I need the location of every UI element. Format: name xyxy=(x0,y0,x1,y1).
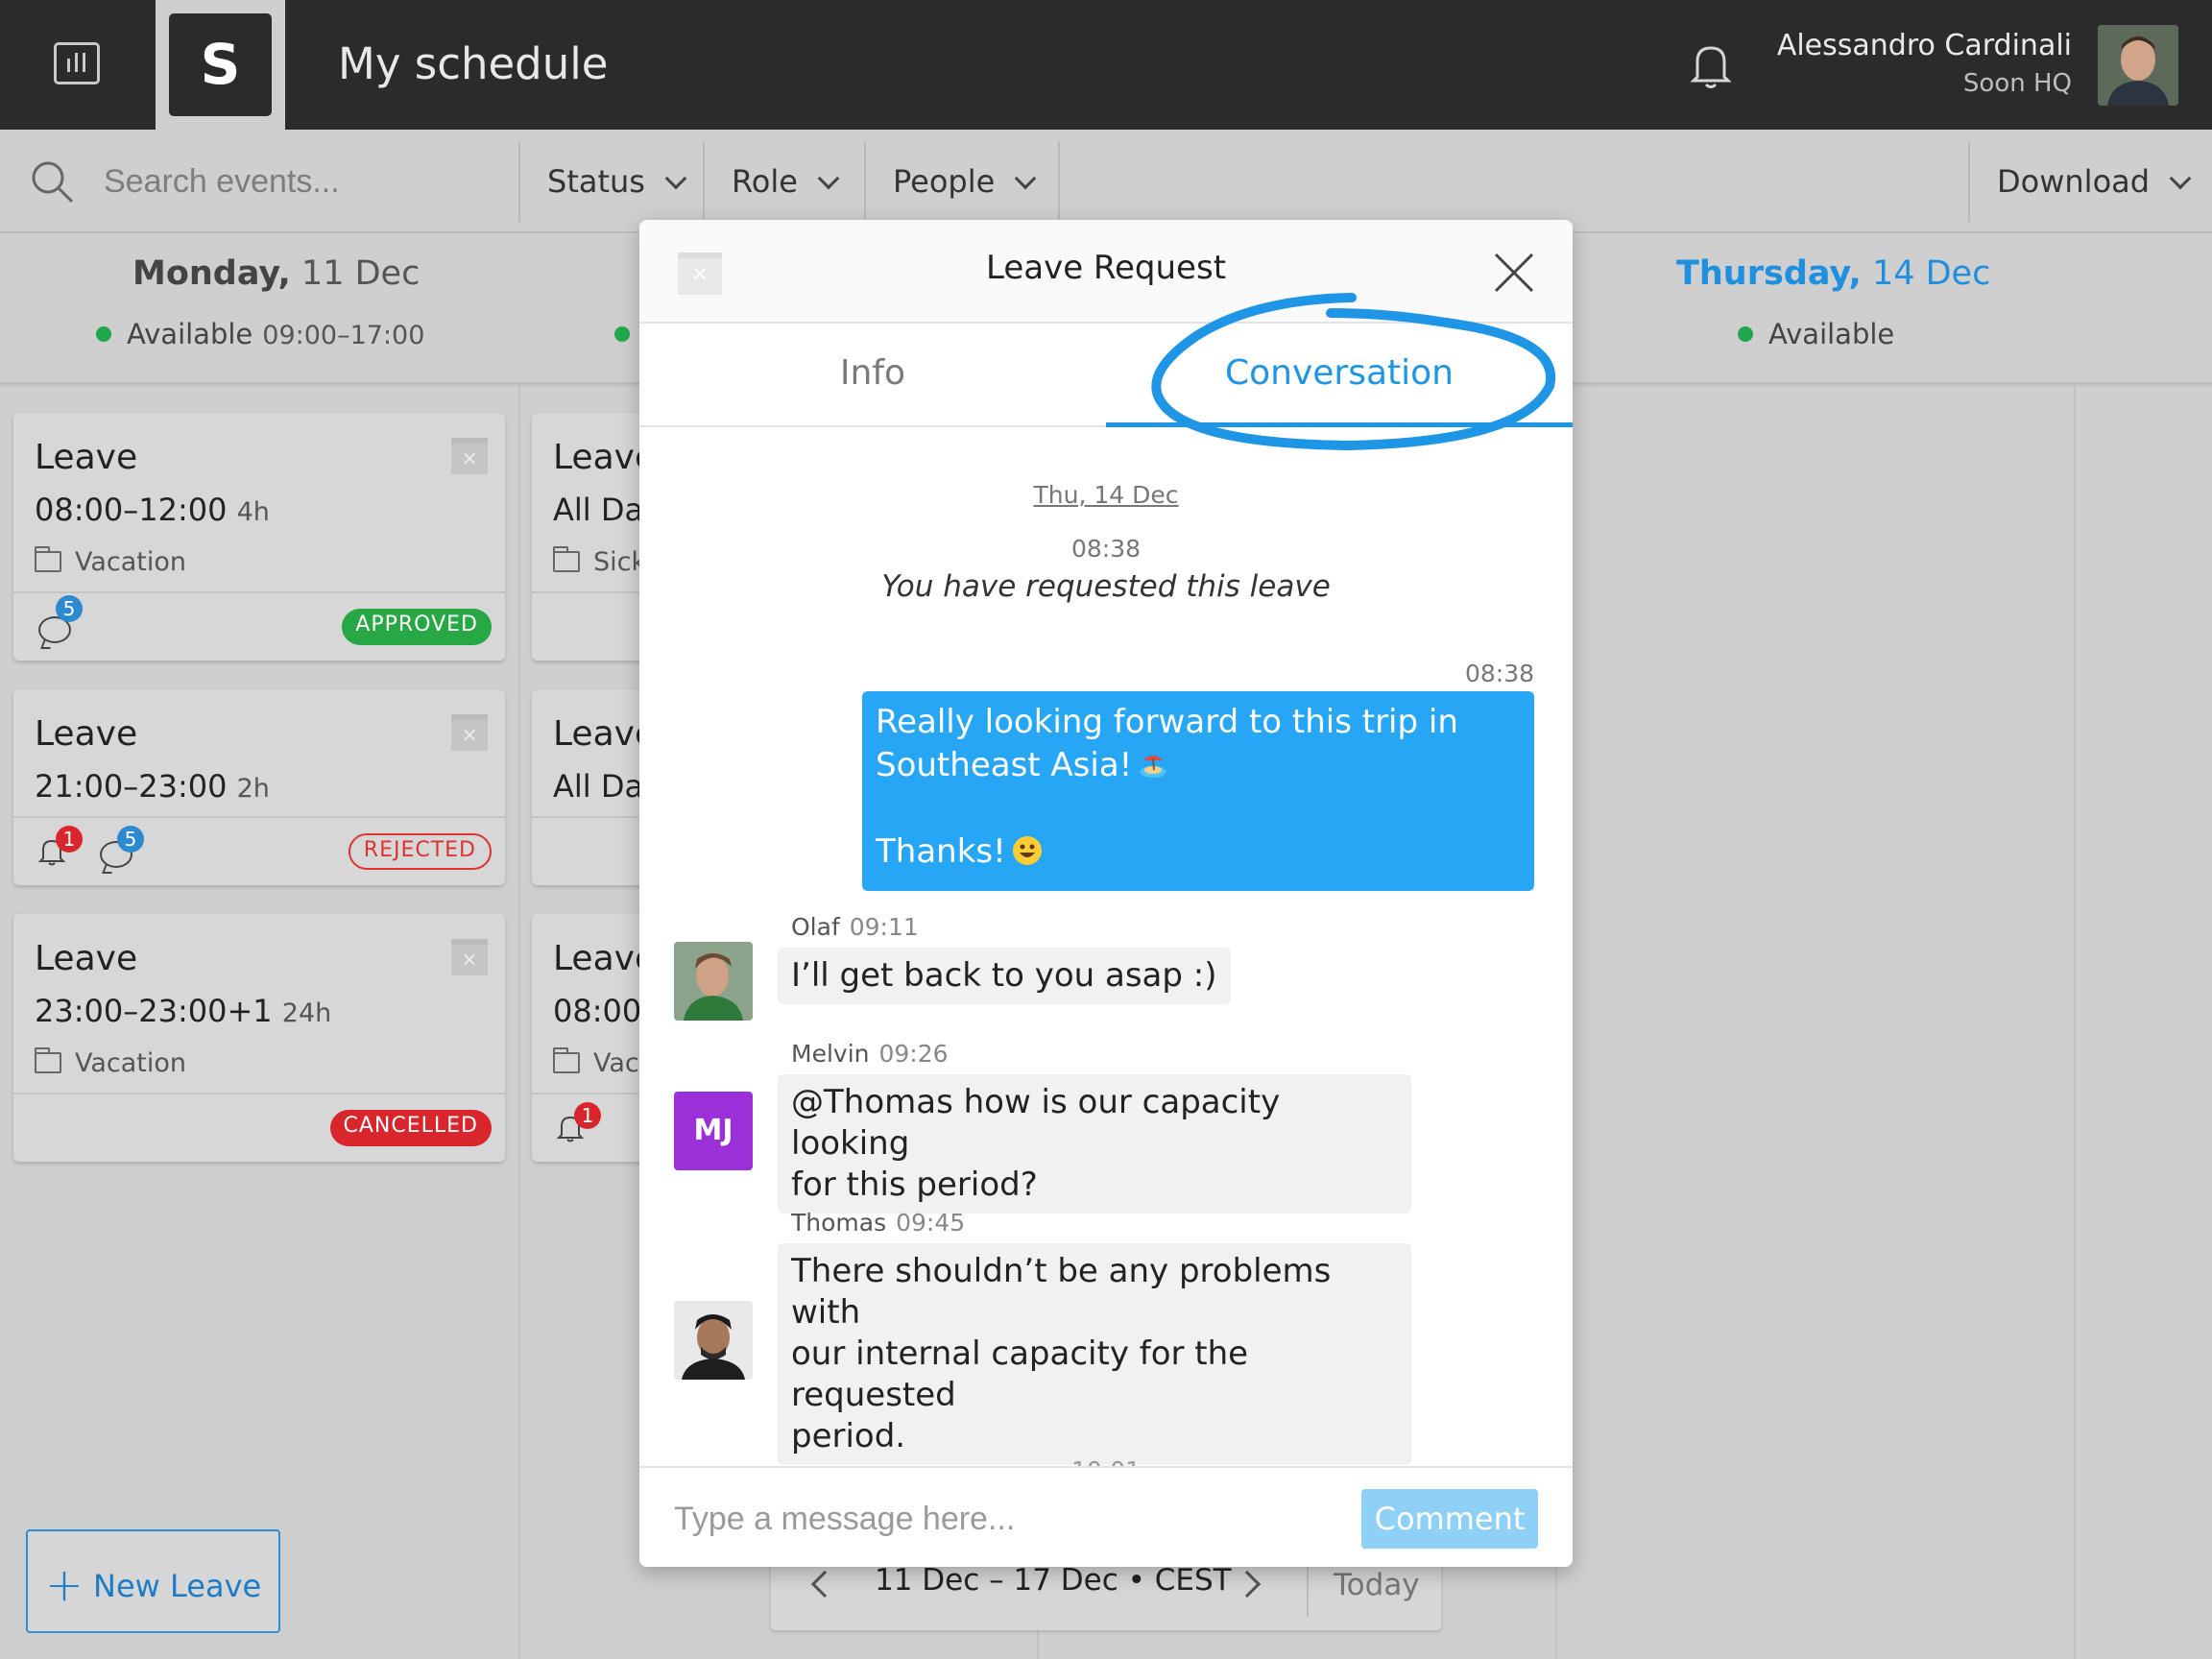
status-dot xyxy=(614,326,630,342)
bell-icon[interactable] xyxy=(1690,40,1732,90)
search-input[interactable] xyxy=(104,158,507,204)
logo-tab[interactable]: S xyxy=(156,0,285,130)
event-card[interactable]: Leave 08:00–12:00 4h Vacation × 5 APPROV… xyxy=(13,413,505,661)
status-badge: APPROVED xyxy=(342,609,492,645)
people-filter[interactable]: People xyxy=(864,141,1060,222)
tab-info[interactable]: Info xyxy=(639,324,1106,427)
own-message-time: 08:38 xyxy=(1464,660,1534,687)
chevron-down-icon xyxy=(1014,167,1037,190)
beach-emoji-icon xyxy=(1140,756,1167,778)
message-meta: Olaf 09:11 xyxy=(791,913,919,941)
avatar: MJ xyxy=(674,1092,753,1170)
chevron-right-icon[interactable] xyxy=(1233,1570,1262,1599)
card-close-icon[interactable]: × xyxy=(451,939,488,975)
leave-request-modal: × Leave Request Info Conversation Thu, 1… xyxy=(639,220,1573,1567)
column-divider xyxy=(518,384,520,1659)
smile-emoji-icon xyxy=(1012,836,1042,865)
card-title: Leave xyxy=(35,438,138,477)
status-filter[interactable]: Status xyxy=(518,141,703,222)
message-line: Really looking forward to this trip in xyxy=(876,703,1458,741)
plus-icon: + xyxy=(44,1558,84,1612)
status-dot xyxy=(96,326,111,342)
avatar[interactable] xyxy=(2098,25,2178,106)
folder-icon xyxy=(35,1047,61,1073)
message-bubble: @Thomas how is our capacity looking for t… xyxy=(778,1074,1411,1214)
own-message: Really looking forward to this trip in S… xyxy=(862,691,1534,891)
search-icon xyxy=(32,161,74,204)
avatar xyxy=(674,942,753,1021)
status-badge: REJECTED xyxy=(348,833,492,870)
event-card[interactable]: Leave 23:00–23:00+1 24h Vacation × CANCE… xyxy=(13,914,505,1162)
modal-header: × Leave Request xyxy=(639,220,1573,324)
message-line xyxy=(876,787,1521,830)
close-icon[interactable] xyxy=(1492,251,1536,295)
system-message: You have requested this leave xyxy=(881,569,1331,604)
card-title: Leave xyxy=(35,939,138,978)
day-title: Monday, 11 Dec xyxy=(132,254,421,293)
status-dot xyxy=(1738,326,1753,342)
day-title: Thursday, 14 Dec xyxy=(1676,254,1991,293)
day-status: Available 09:00–17:00 xyxy=(96,318,424,350)
chevron-down-icon xyxy=(817,167,840,190)
top-bar: S My schedule Alessandro Cardinali Soon … xyxy=(0,0,2212,130)
new-leave-button[interactable]: + New Leave xyxy=(26,1529,280,1633)
user-name[interactable]: Alessandro Cardinali xyxy=(1777,29,2072,62)
card-type: Vacation xyxy=(35,1047,186,1078)
day-header-tuesday xyxy=(518,235,643,384)
card-title: Leave xyxy=(35,714,138,754)
download-button[interactable]: Download xyxy=(1968,141,2212,222)
conversation-date: Thu, 14 Dec xyxy=(1033,481,1179,509)
card-close-icon[interactable]: × xyxy=(451,714,488,751)
message-meta: Thomas 09:45 xyxy=(791,1209,966,1237)
conversation-thread: Thu, 14 Dec 08:38 You have requested thi… xyxy=(639,429,1573,1567)
event-card[interactable]: Leave 21:00–23:00 2h × 1 5 REJECTED xyxy=(13,689,505,885)
message-meta: Melvin 09:26 xyxy=(791,1040,949,1068)
card-type: Sick xyxy=(553,546,646,577)
card-time: 23:00–23:00+1 24h xyxy=(35,993,332,1029)
alert-count-badge: 1 xyxy=(574,1102,601,1129)
card-type: Vacation xyxy=(35,546,186,577)
card-time: 08:00–12:00 4h xyxy=(35,492,270,528)
chevron-left-icon[interactable] xyxy=(810,1570,839,1599)
day-header-monday: Monday, 11 Dec Available 09:00–17:00 xyxy=(0,235,518,384)
comment-button[interactable]: Comment xyxy=(1361,1489,1538,1549)
card-time: 21:00–23:00 2h xyxy=(35,768,270,805)
card-footer: 1 5 REJECTED xyxy=(13,816,505,885)
modal-tabs: Info Conversation xyxy=(639,324,1573,427)
folder-icon xyxy=(35,546,61,572)
alert-count-badge: 1 xyxy=(56,826,83,853)
message-line: Thanks! xyxy=(876,830,1521,874)
chevron-down-icon xyxy=(664,167,687,190)
message-input[interactable] xyxy=(674,1493,1336,1545)
folder-icon xyxy=(553,1047,580,1073)
system-time: 08:38 xyxy=(1070,535,1142,563)
week-range: 11 Dec – 17 Dec • CEST xyxy=(875,1563,1232,1598)
status-badge: CANCELLED xyxy=(329,1110,492,1146)
message-bubble: I’ll get back to you asap :) xyxy=(778,948,1231,1004)
avatar xyxy=(674,1301,753,1380)
card-footer: 5 APPROVED xyxy=(13,591,505,661)
comment-count-badge: 5 xyxy=(56,595,83,622)
message-bubble: There shouldn’t be any problems with our … xyxy=(778,1243,1411,1465)
tab-conversation[interactable]: Conversation xyxy=(1106,324,1573,427)
card-time: 08:00 xyxy=(553,993,642,1029)
modal-title: Leave Request xyxy=(985,249,1227,287)
comment-count-badge: 5 xyxy=(117,826,144,853)
chevron-down-icon xyxy=(2169,167,2192,190)
user-org: Soon HQ xyxy=(1962,69,2072,98)
card-close-icon[interactable]: × xyxy=(451,438,488,474)
app-logo: S xyxy=(169,13,272,116)
role-filter[interactable]: Role xyxy=(703,141,864,222)
page-title: My schedule xyxy=(338,38,609,89)
filter-bar: Status Role People Download xyxy=(0,130,2212,233)
card-footer: CANCELLED xyxy=(13,1093,505,1162)
card-type: Vac xyxy=(553,1047,639,1078)
menu-icon[interactable] xyxy=(54,42,100,84)
column-divider xyxy=(2074,384,2076,1659)
message-line: Southeast Asia! xyxy=(876,744,1521,787)
day-header-thursday: Thursday, 14 Dec Available xyxy=(1555,235,2212,384)
folder-icon xyxy=(553,546,580,572)
message-composer: Comment xyxy=(639,1466,1573,1567)
day-status: Available xyxy=(1738,318,1894,350)
